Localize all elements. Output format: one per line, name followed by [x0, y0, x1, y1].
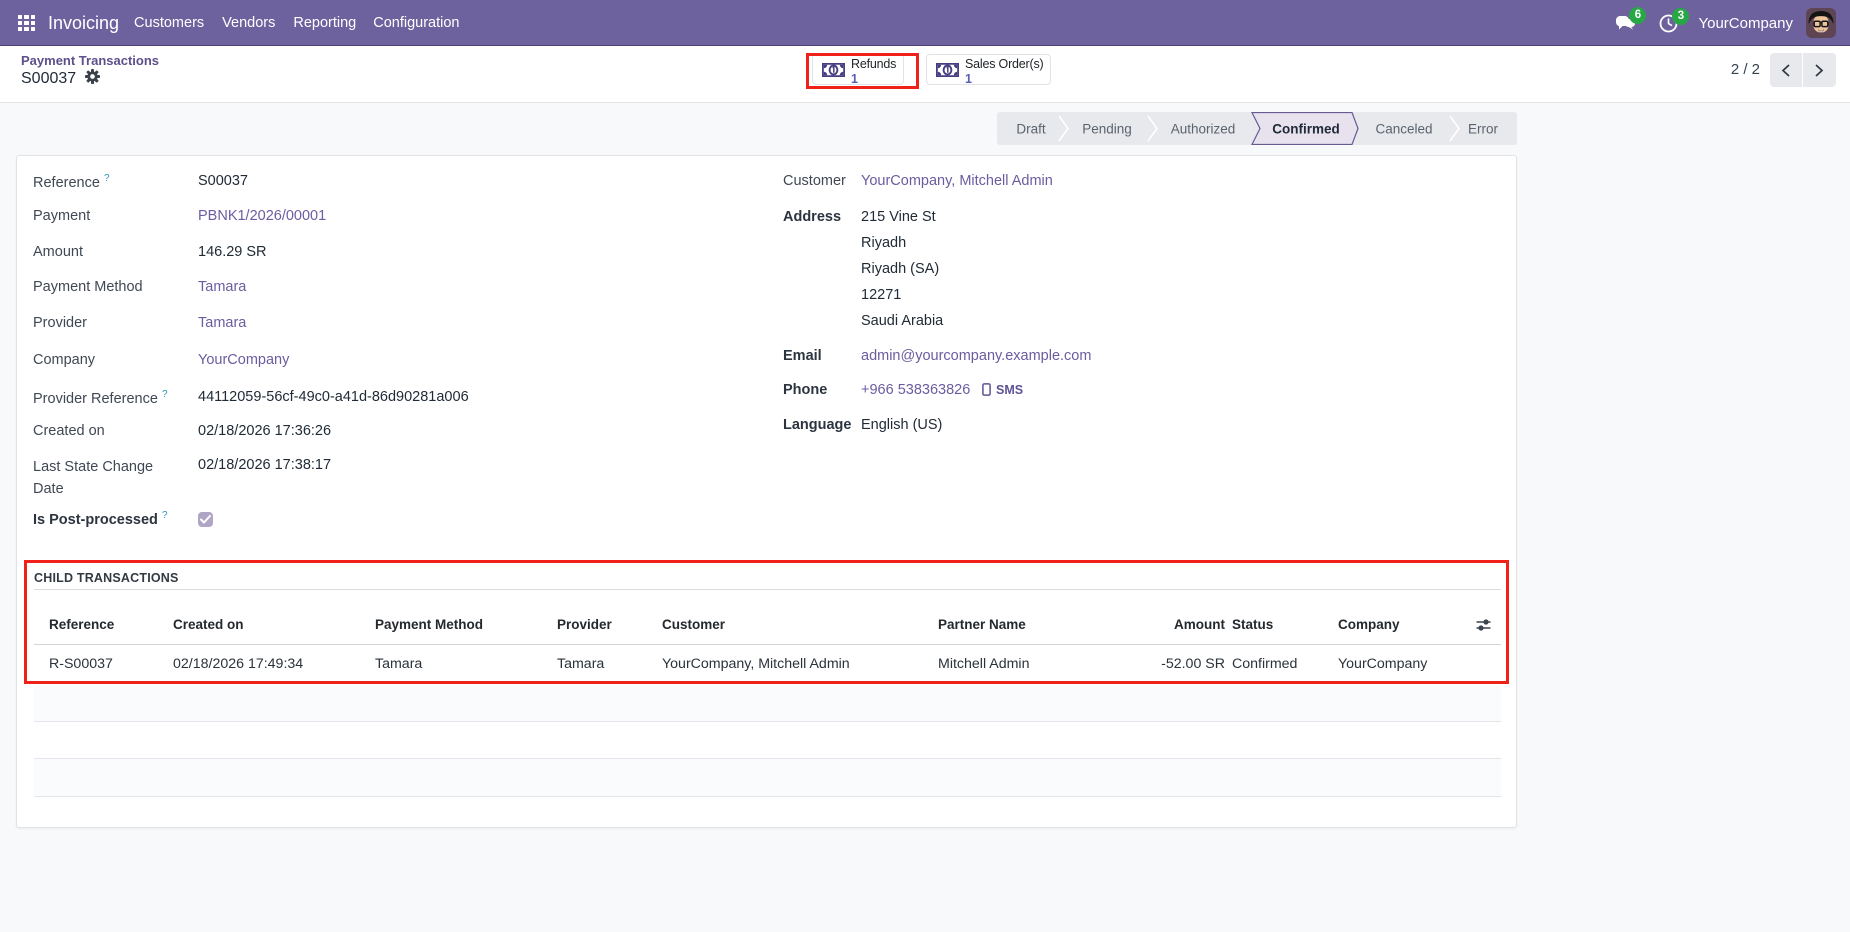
- svg-text:Authorized: Authorized: [1171, 122, 1236, 137]
- svg-text:Draft: Draft: [1016, 122, 1046, 137]
- svg-text:Canceled: Canceled: [1375, 122, 1432, 137]
- svg-text:Confirmed: Confirmed: [1272, 122, 1340, 137]
- svg-text:Pending: Pending: [1082, 122, 1132, 137]
- svg-text:Error: Error: [1468, 122, 1499, 137]
